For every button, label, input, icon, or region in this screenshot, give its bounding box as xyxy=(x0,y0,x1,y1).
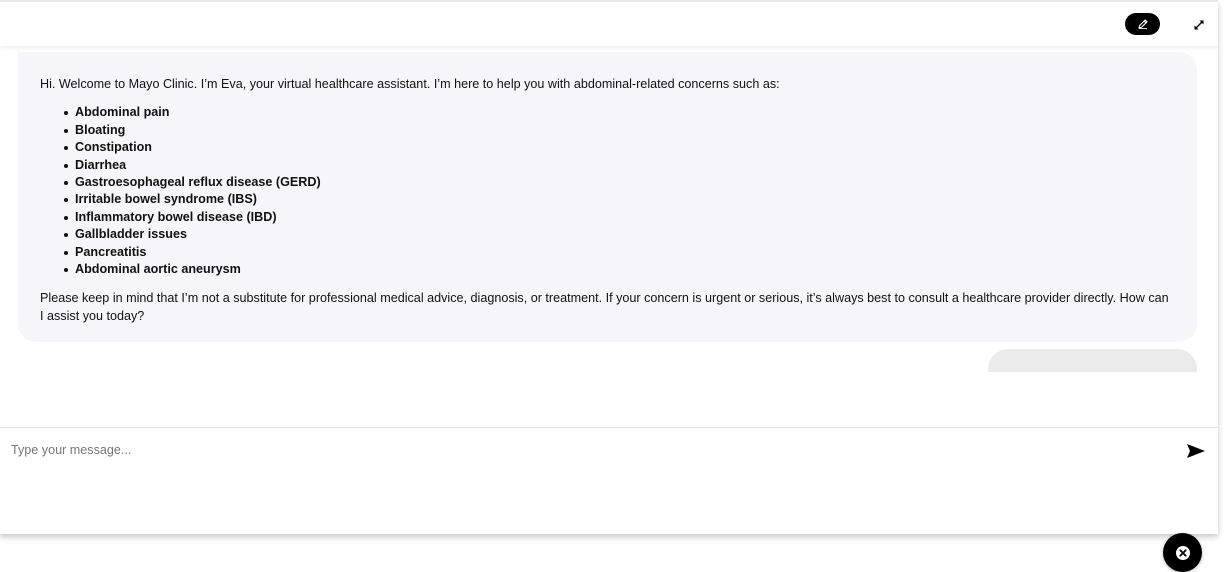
expand-button[interactable] xyxy=(1190,16,1208,34)
list-item: Gallbladder issues xyxy=(64,226,1175,243)
list-item: Irritable bowel syndrome (IBS) xyxy=(64,191,1175,208)
list-item: Inflammatory bowel disease (IBD) xyxy=(64,209,1175,226)
send-icon xyxy=(1187,444,1205,458)
message-input[interactable] xyxy=(0,428,1170,472)
list-item: Gastroesophageal reflux disease (GERD) xyxy=(64,174,1175,191)
list-item: Abdominal aortic aneurysm xyxy=(64,261,1175,278)
message-list[interactable]: Hi. Welcome to Mayo Clinic. I’m Eva, you… xyxy=(0,46,1218,426)
list-item: Pancreatitis xyxy=(64,244,1175,261)
send-button[interactable] xyxy=(1185,442,1207,460)
list-item: Bloating xyxy=(64,122,1175,139)
list-item: Constipation xyxy=(64,139,1175,156)
bot-message: Hi. Welcome to Mayo Clinic. I’m Eva, you… xyxy=(18,52,1197,342)
close-chat-button[interactable] xyxy=(1163,533,1202,572)
message-list-fade xyxy=(0,372,1218,426)
list-item: Abdominal pain xyxy=(64,104,1175,121)
chat-header xyxy=(0,2,1218,46)
list-item: Diarrhea xyxy=(64,157,1175,174)
chat-panel: Hi. Welcome to Mayo Clinic. I’m Eva, you… xyxy=(0,0,1218,534)
bot-message-closing: Please keep in mind that I’m not a subst… xyxy=(40,291,1169,323)
bot-message-intro: Hi. Welcome to Mayo Clinic. I’m Eva, you… xyxy=(40,77,780,91)
close-icon xyxy=(1175,545,1190,560)
expand-arrows-icon xyxy=(1194,20,1204,30)
message-composer xyxy=(0,427,1218,534)
edit-button[interactable] xyxy=(1125,13,1160,35)
pencil-icon xyxy=(1137,19,1148,30)
concern-list: Abdominal pain Bloating Constipation Dia… xyxy=(40,104,1175,278)
